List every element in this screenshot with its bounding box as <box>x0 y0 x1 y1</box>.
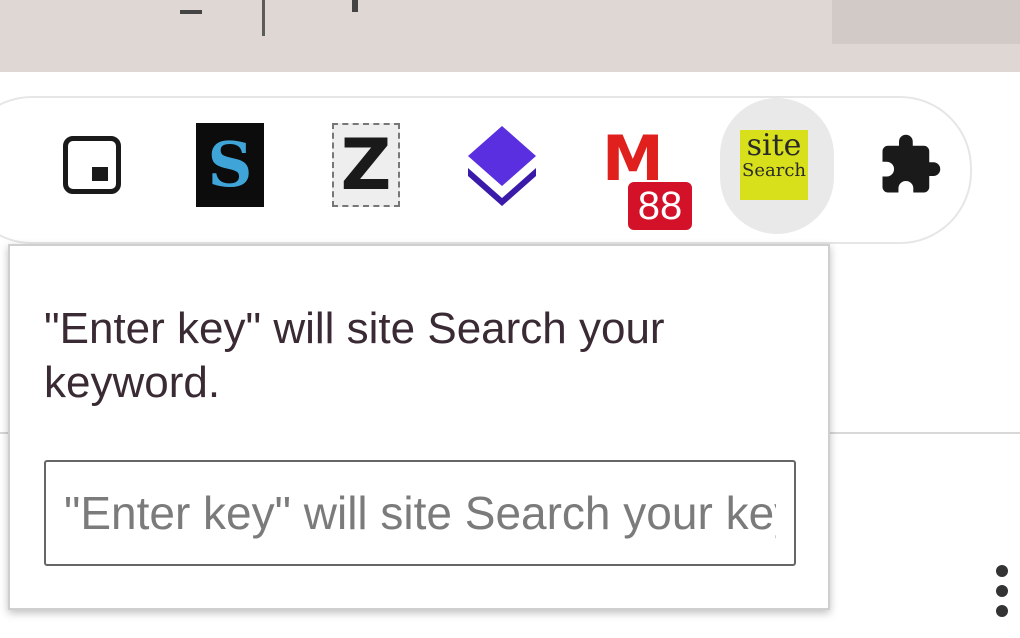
extension-layers-button[interactable] <box>462 120 542 210</box>
tab-fragment <box>180 0 202 14</box>
site-search-icon: site Search <box>740 130 808 200</box>
more-options-icon[interactable] <box>996 565 1010 638</box>
z-logo-icon: Z <box>332 123 400 207</box>
pip-icon <box>63 136 121 194</box>
extension-pip-button[interactable] <box>52 120 132 210</box>
extensions-menu-button[interactable] <box>870 120 950 210</box>
search-input[interactable] <box>44 460 796 566</box>
puzzle-icon <box>882 134 941 193</box>
tab[interactable] <box>832 0 1020 44</box>
tab-strip <box>0 0 1020 72</box>
extension-sm-button[interactable]: S <box>190 120 270 210</box>
extension-z-button[interactable]: Z <box>326 120 406 210</box>
gmail-icon: M 88 <box>598 120 694 232</box>
tab-separator <box>262 0 265 36</box>
popup-instructions: "Enter key" will site Search your keywor… <box>44 304 665 407</box>
page-divider <box>830 432 1020 434</box>
site-search-popup: "Enter key" will site Search your keywor… <box>8 244 830 610</box>
extension-gmail-button[interactable]: M 88 <box>598 120 694 232</box>
unread-count-badge: 88 <box>626 180 694 232</box>
layers-icon <box>468 126 536 206</box>
tab-fragment <box>352 0 358 12</box>
extension-site-search-button[interactable]: site Search <box>734 120 814 210</box>
sm-logo-icon: S <box>196 123 264 207</box>
